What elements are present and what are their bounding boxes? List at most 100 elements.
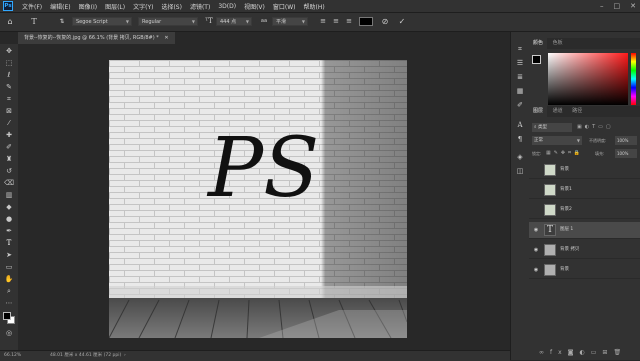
paragraph-panel-icon[interactable]: ¶	[515, 134, 525, 144]
menu-filter[interactable]: 滤镜(T)	[190, 2, 210, 11]
clone-stamp-tool-icon[interactable]: ♜	[4, 154, 14, 164]
brush-tool-icon[interactable]: ✐	[4, 142, 14, 152]
foreground-color-swatch[interactable]	[3, 312, 11, 320]
menu-edit[interactable]: 编辑(E)	[50, 2, 70, 11]
layer-row[interactable]: ◉ 背景 拷贝	[529, 242, 640, 259]
layer-row[interactable]: ◉ 背景	[529, 262, 640, 279]
group-icon[interactable]: ▭	[591, 349, 603, 356]
quick-select-tool-icon[interactable]: ✎	[4, 82, 14, 92]
add-mask-icon[interactable]: ◙	[568, 349, 580, 356]
path-selection-tool-icon[interactable]: ➤	[4, 250, 14, 260]
type-tool-icon[interactable]: T	[4, 238, 14, 248]
menu-3d[interactable]: 3D(D)	[218, 3, 236, 10]
history-brush-tool-icon[interactable]: ↺	[4, 166, 14, 176]
visibility-eye-icon[interactable]: ◉	[532, 222, 540, 238]
layer-row[interactable]: 背景1	[529, 182, 640, 199]
layer-row[interactable]: 背景2	[529, 202, 640, 219]
tab-swatches[interactable]: 色板	[549, 38, 567, 49]
photoshop-logo: Ps	[3, 1, 13, 11]
color-picker-field[interactable]	[548, 53, 628, 105]
menu-window[interactable]: 窗口(W)	[273, 2, 296, 11]
anti-alias-select[interactable]: 平滑 ▼	[272, 17, 308, 26]
frame-tool-icon[interactable]: ⊠	[4, 106, 14, 116]
gradient-tool-icon[interactable]: ▥	[4, 190, 14, 200]
cancel-icon[interactable]: ⊘	[379, 16, 391, 27]
brush-settings-icon[interactable]: ✐	[515, 100, 525, 110]
menu-image[interactable]: 图像(I)	[79, 2, 97, 11]
layer-filter-icons[interactable]: ▣◐T▭▢	[577, 123, 637, 132]
layer-thumbnail	[544, 244, 556, 256]
new-layer-icon[interactable]: ⊞	[602, 349, 613, 356]
eyedropper-tool-icon[interactable]: ⁄	[4, 118, 14, 128]
healing-brush-tool-icon[interactable]: ✚	[4, 130, 14, 140]
adjustments-panel-icon[interactable]: ☰	[515, 58, 525, 68]
text-color-swatch[interactable]	[359, 17, 373, 26]
menu-file[interactable]: 文件(F)	[22, 2, 42, 11]
lasso-tool-icon[interactable]: ℓ	[4, 70, 14, 80]
blur-tool-icon[interactable]: ◆	[4, 202, 14, 212]
layers-comps-icon[interactable]: ◫	[515, 166, 525, 176]
font-family-select[interactable]: Segoe Script ▼	[72, 17, 132, 26]
lock-icons[interactable]: ▦✎✥⌗🔒	[546, 149, 583, 158]
text-orientation-icon[interactable]: ⇅	[56, 16, 68, 27]
document-canvas[interactable]: PS	[109, 60, 407, 338]
menu-view[interactable]: 视图(V)	[244, 2, 265, 11]
blend-mode-select[interactable]: 正常 ▼	[532, 136, 582, 145]
move-tool-icon[interactable]: ✥	[4, 46, 14, 56]
font-size-input[interactable]: 444 点 ▼	[216, 17, 252, 26]
tools-panel: ✥ ⬚ ℓ ✎ ⌗ ⊠ ⁄ ✚ ✐ ♜ ↺ ⌫ ▥ ◆ ● ✒ T ➤ ▭ ✋ …	[0, 44, 19, 350]
layer-row[interactable]: 背景	[529, 162, 640, 179]
delete-layer-icon[interactable]: 🗑	[613, 349, 627, 356]
type-tool-preset-icon[interactable]: T	[28, 16, 40, 27]
layer-filter-select[interactable]: ⌕ 类型	[532, 123, 572, 132]
more-tools-icon[interactable]: ⋯	[4, 298, 14, 308]
visibility-eye-icon[interactable]: ◉	[532, 262, 540, 278]
dodge-tool-icon[interactable]: ●	[4, 214, 14, 224]
align-center-icon[interactable]: ≡	[331, 16, 341, 27]
minimize-icon[interactable]: –	[600, 2, 604, 10]
menu-help[interactable]: 帮助(H)	[304, 2, 325, 11]
eraser-tool-icon[interactable]: ⌫	[4, 178, 14, 188]
tab-channels[interactable]: 通道	[549, 106, 567, 117]
ps-text-layer[interactable]: PS	[206, 121, 319, 216]
menu-layer[interactable]: 图层(L)	[105, 2, 125, 11]
close-icon[interactable]: ✕	[630, 2, 636, 10]
quick-mask-icon[interactable]: ◎	[4, 328, 14, 338]
layer-style-icon[interactable]: fx	[550, 349, 568, 356]
home-icon[interactable]: ⌂	[4, 16, 16, 27]
align-left-icon[interactable]: ≡	[318, 16, 328, 27]
layer-row-selected[interactable]: ◉ T 图层 1	[529, 222, 640, 239]
character-panel-icon[interactable]: A	[515, 120, 525, 130]
maximize-icon[interactable]: □	[614, 2, 621, 10]
tab-layers[interactable]: 图层	[529, 106, 548, 117]
tab-paths[interactable]: 路径	[568, 106, 586, 117]
crop-tool-icon[interactable]: ⌗	[4, 94, 14, 104]
adjustment-layer-icon[interactable]: ◐	[580, 349, 591, 356]
history-panel-icon[interactable]: ⌗	[515, 44, 525, 54]
layers-panel-footer: ∞fx◙◐▭⊞🗑	[539, 348, 639, 358]
libraries-panel-icon[interactable]: ▦	[515, 86, 525, 96]
color-panel-foreground-swatch[interactable]	[532, 55, 541, 64]
color-swatches[interactable]	[3, 312, 15, 324]
tab-color[interactable]: 颜色	[529, 38, 548, 49]
fill-input[interactable]: 100%	[615, 149, 637, 158]
zoom-tool-icon[interactable]: ⌕	[4, 286, 14, 296]
hue-slider[interactable]	[631, 53, 636, 105]
visibility-eye-icon[interactable]: ◉	[532, 242, 540, 258]
rectangle-tool-icon[interactable]: ▭	[4, 262, 14, 272]
font-style-select[interactable]: Regular ▼	[138, 17, 198, 26]
close-tab-icon[interactable]: ✕	[164, 35, 168, 41]
marquee-tool-icon[interactable]: ⬚	[4, 58, 14, 68]
hand-tool-icon[interactable]: ✋	[4, 274, 14, 284]
properties-panel-icon[interactable]: ≣	[515, 72, 525, 82]
document-tab[interactable]: 背景--恢复的--恢复的.jpg @ 66.1% (背景 拷贝, RGB/8#)…	[18, 32, 175, 44]
align-right-icon[interactable]: ≡	[344, 16, 354, 27]
opacity-input[interactable]: 100%	[615, 136, 637, 145]
canvas-area[interactable]: PS	[18, 44, 510, 350]
link-layers-icon[interactable]: ∞	[539, 349, 550, 356]
commit-icon[interactable]: ✓	[396, 16, 408, 27]
menu-select[interactable]: 选择(S)	[161, 2, 182, 11]
cube-panel-icon[interactable]: ◈	[515, 152, 525, 162]
pen-tool-icon[interactable]: ✒	[4, 226, 14, 236]
menu-type[interactable]: 文字(Y)	[133, 2, 153, 11]
